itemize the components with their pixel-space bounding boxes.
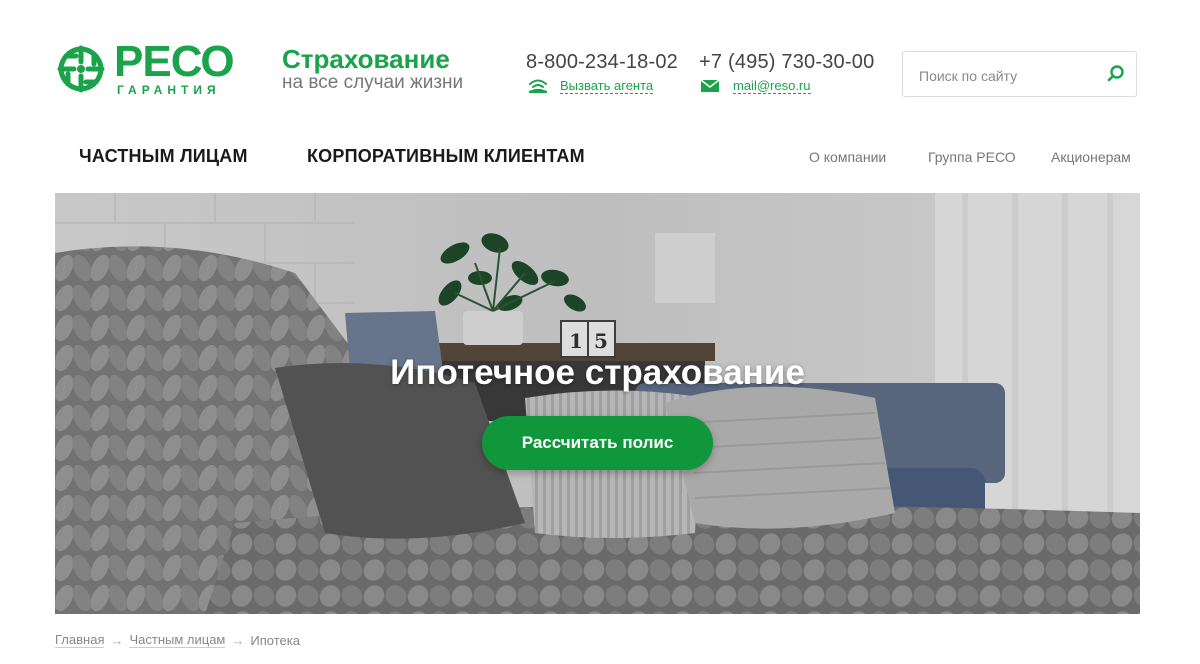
logo[interactable]: РЕСО ГАРАНТИЯ	[56, 37, 246, 100]
breadcrumb-home[interactable]: Главная	[55, 632, 105, 648]
breadcrumb-separator: →	[110, 632, 124, 648]
breadcrumb: Главная → Частным лицам → Ипотека	[55, 632, 300, 648]
reso-logo-icon	[57, 45, 105, 93]
nav-private-clients[interactable]: ЧАСТНЫМ ЛИЦАМ	[79, 146, 248, 167]
call-agent-link[interactable]: Вызвать агента	[560, 78, 654, 94]
breadcrumb-separator: →	[231, 632, 245, 648]
calculate-policy-button[interactable]: Рассчитать полис	[482, 416, 713, 470]
hero-title: Ипотечное страхование	[390, 353, 805, 392]
hero-banner: 1 5 Ипотечное страхование Рассчитать пол…	[55, 193, 1140, 614]
nav-about[interactable]: О компании	[809, 149, 886, 165]
breadcrumb-private-clients[interactable]: Частным лицам	[129, 632, 226, 648]
nav-shareholders[interactable]: Акционерам	[1051, 149, 1131, 165]
signal-icon	[529, 79, 547, 93]
tagline: Страхование на все случаи жизни	[282, 44, 463, 93]
contact-hotline: 8-800-234-18-02 Вызвать агента	[526, 50, 678, 94]
contact-moscow: +7 (495) 730-30-00 mail@reso.ru	[699, 50, 874, 94]
nav-corporate-clients[interactable]: КОРПОРАТИВНЫМ КЛИЕНТАМ	[307, 146, 585, 167]
envelope-icon	[700, 79, 720, 92]
search-input[interactable]	[917, 64, 1101, 88]
brand-name: РЕСО	[114, 37, 235, 86]
email-link[interactable]: mail@reso.ru	[733, 78, 811, 94]
brand-subtitle: ГАРАНТИЯ	[117, 83, 221, 97]
phone-moscow[interactable]: +7 (495) 730-30-00	[699, 50, 874, 74]
search-box[interactable]	[902, 51, 1137, 97]
nav-group[interactable]: Группа РЕСО	[928, 149, 1016, 165]
breadcrumb-current: Ипотека	[250, 632, 300, 648]
phone-hotline[interactable]: 8-800-234-18-02	[526, 50, 678, 74]
hero-background-image: 1 5	[55, 193, 1140, 614]
tagline-subtitle: на все случаи жизни	[282, 72, 464, 93]
tagline-title: Страхование	[282, 44, 450, 74]
search-icon[interactable]	[1106, 64, 1126, 84]
